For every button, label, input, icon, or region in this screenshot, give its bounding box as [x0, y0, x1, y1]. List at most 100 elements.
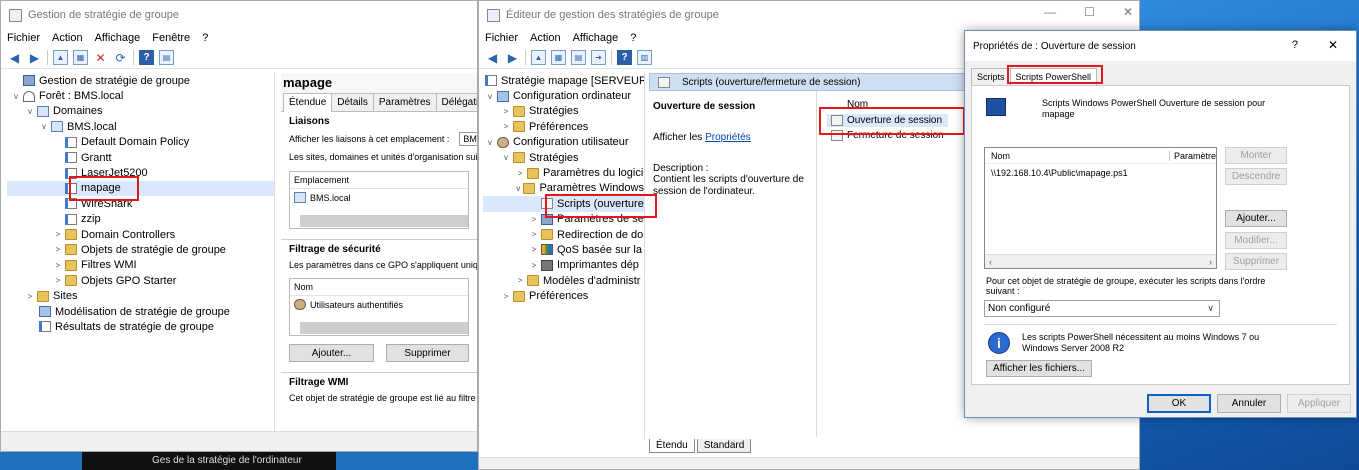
forward-arrow-icon[interactable]: ▶	[27, 50, 42, 65]
tab-etendu[interactable]: Étendu	[649, 439, 695, 453]
maximize-icon[interactable]: ☐	[1084, 5, 1095, 19]
scroll-left-icon[interactable]: ‹	[989, 257, 992, 267]
forward-arrow-icon[interactable]: ▶	[505, 50, 520, 65]
tree-item[interactable]: > Imprimantes dép	[483, 258, 644, 273]
minimize-icon[interactable]: —	[1044, 5, 1056, 19]
chevron-right-icon[interactable]: >	[501, 107, 511, 116]
list-item-logon[interactable]: Ouverture de session	[827, 114, 948, 127]
move-up-button[interactable]: Monter	[1225, 147, 1287, 164]
tree-item[interactable]: Stratégie mapage [SERVEURDOI	[483, 73, 644, 88]
tree-item[interactable]: > Stratégies	[483, 104, 644, 119]
chevron-right-icon[interactable]: >	[515, 169, 525, 178]
tree-item[interactable]: v Domaines	[7, 104, 274, 119]
up-folder-icon[interactable]: ▲	[531, 50, 546, 65]
help-icon[interactable]: ?	[1292, 39, 1298, 51]
tree-item[interactable]: > Paramètres de se	[483, 212, 644, 227]
add-button[interactable]: Ajouter...	[289, 344, 374, 362]
menu-action[interactable]: Action	[530, 32, 561, 44]
chevron-down-icon[interactable]: v	[485, 138, 495, 147]
tree-item[interactable]: Default Domain Policy	[7, 135, 274, 150]
menu-window[interactable]: Fenêtre	[152, 32, 190, 44]
tab-delegation[interactable]: Délégation	[435, 93, 477, 111]
chevron-right-icon[interactable]: >	[501, 292, 511, 301]
chevron-right-icon[interactable]: >	[529, 230, 539, 239]
menu-file[interactable]: Fichier	[485, 32, 518, 44]
menu-help[interactable]: ?	[630, 32, 636, 44]
remove-button[interactable]: Supprimer	[385, 344, 469, 362]
chevron-right-icon[interactable]: >	[53, 245, 63, 254]
tree-item[interactable]: Grantt	[7, 150, 274, 165]
export-icon[interactable]: ➜	[591, 50, 606, 65]
col-nom[interactable]: Nom	[290, 279, 468, 296]
tree-item[interactable]: Résultats de stratégie de groupe	[7, 319, 274, 334]
menu-action[interactable]: Action	[52, 32, 83, 44]
col-nom[interactable]: Nom	[985, 151, 1169, 161]
back-arrow-icon[interactable]: ◀	[7, 50, 22, 65]
properties-icon[interactable]: ▤	[159, 50, 174, 65]
show-files-button[interactable]: Afficher les fichiers...	[986, 360, 1092, 377]
chevron-down-icon[interactable]: v	[39, 122, 49, 131]
chevron-right-icon[interactable]: >	[501, 122, 511, 131]
help-icon[interactable]: ?	[617, 50, 632, 65]
tab-scripts-powershell[interactable]: Scripts PowerShell	[1009, 68, 1098, 86]
tree-item[interactable]: > Objets de stratégie de groupe	[7, 242, 274, 257]
tree-item[interactable]: > Modèles d'administr	[483, 273, 644, 288]
chevron-right-icon[interactable]: >	[25, 292, 35, 301]
chevron-right-icon[interactable]: >	[529, 261, 539, 270]
tree-item[interactable]: v Forêt : BMS.local	[7, 88, 274, 103]
chevron-down-icon[interactable]: v	[25, 107, 35, 116]
chevron-down-icon[interactable]: v	[515, 184, 521, 193]
scrollbar[interactable]	[300, 215, 468, 227]
tree-item[interactable]: WireShark	[7, 196, 274, 211]
chevron-right-icon[interactable]: >	[529, 215, 539, 224]
properties-link[interactable]: Propriétés	[705, 132, 751, 143]
liaisons-select[interactable]: BM	[459, 132, 477, 146]
menu-help[interactable]: ?	[202, 32, 208, 44]
chevron-right-icon[interactable]: >	[53, 261, 63, 270]
list-item[interactable]: \\192.168.10.4\Public\mapage.ps1	[985, 164, 1216, 182]
col-nom[interactable]: Nom	[847, 99, 948, 110]
tree-item[interactable]: zzip	[7, 212, 274, 227]
chevron-right-icon[interactable]: >	[53, 230, 63, 239]
move-down-button[interactable]: Descendre	[1225, 168, 1287, 185]
scrollbar[interactable]	[300, 322, 468, 334]
chevron-right-icon[interactable]: >	[515, 276, 525, 285]
ok-button[interactable]: OK	[1147, 394, 1211, 413]
tree-item[interactable]: v Configuration ordinateur	[483, 88, 644, 103]
refresh-icon[interactable]: ⟳	[113, 50, 128, 65]
tree-item[interactable]: > Sites	[7, 288, 274, 303]
list-item[interactable]: Utilisateurs authentifiés	[290, 296, 468, 313]
tree-item[interactable]: > Filtres WMI	[7, 258, 274, 273]
show-tree-icon[interactable]: ▦	[551, 50, 566, 65]
menu-view[interactable]: Affichage	[95, 32, 141, 44]
tree-item-scripts[interactable]: Scripts (ouverture	[483, 196, 644, 212]
tree-item-mapage[interactable]: mapage	[7, 180, 274, 197]
tree-item[interactable]: > Objets GPO Starter	[7, 273, 274, 288]
tree-item[interactable]: > QoS basée sur la	[483, 242, 644, 257]
tree-item[interactable]: > Préférences	[483, 288, 644, 303]
scroll-right-icon[interactable]: ›	[1209, 257, 1212, 267]
tree-item[interactable]: Modélisation de stratégie de groupe	[7, 304, 274, 319]
chevron-down-icon[interactable]: v	[501, 153, 511, 162]
apply-button[interactable]: Appliquer	[1287, 394, 1351, 413]
tab-parametres[interactable]: Paramètres	[372, 93, 437, 111]
close-icon[interactable]: ✕	[1123, 5, 1133, 19]
add-script-button[interactable]: Ajouter...	[1225, 210, 1287, 227]
back-arrow-icon[interactable]: ◀	[485, 50, 500, 65]
tree-item[interactable]: LaserJet5200	[7, 165, 274, 180]
tree-item[interactable]: > Redirection de do	[483, 227, 644, 242]
action-pane-icon[interactable]: ▥	[637, 50, 652, 65]
chevron-right-icon[interactable]: >	[529, 245, 539, 254]
chevron-right-icon[interactable]: >	[53, 276, 63, 285]
list-item-logoff[interactable]: Fermeture de session	[827, 129, 948, 142]
cancel-button[interactable]: Annuler	[1217, 394, 1281, 413]
list-item[interactable]: BMS.local	[290, 189, 468, 206]
tree-item[interactable]: > Préférences	[483, 119, 644, 134]
chevron-down-icon[interactable]: v	[485, 92, 495, 101]
close-icon[interactable]: ✕	[1328, 38, 1338, 52]
tab-standard[interactable]: Standard	[696, 439, 752, 453]
tab-scripts[interactable]: Scripts	[971, 68, 1011, 85]
show-tree-icon[interactable]: ▦	[73, 50, 88, 65]
tree-item[interactable]: v Paramètres Windows	[483, 181, 644, 196]
help-icon[interactable]: ?	[139, 50, 154, 65]
